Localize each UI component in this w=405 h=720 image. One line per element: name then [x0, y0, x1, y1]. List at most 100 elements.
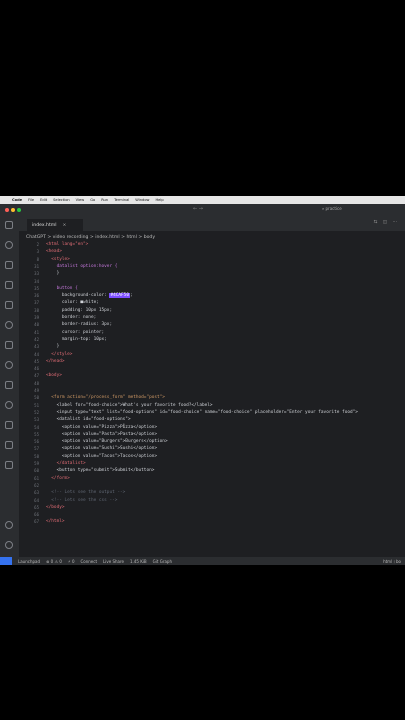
- line-number: 41: [34, 329, 39, 335]
- tab-index-html[interactable]: index.html ×: [27, 219, 83, 231]
- status-problems[interactable]: ⊗ 0 ⚠ 0: [46, 559, 62, 564]
- line-number: 58: [34, 453, 39, 459]
- activity-bar: [0, 215, 19, 557]
- line-number: 54: [34, 424, 39, 430]
- minimize-window-button[interactable]: [11, 207, 15, 212]
- code-line[interactable]: padding: 10px 15px;: [46, 308, 112, 313]
- timeline-icon[interactable]: [5, 361, 13, 369]
- search-icon[interactable]: [5, 241, 13, 249]
- status-language[interactable]: html ⁝ bo: [383, 559, 401, 564]
- code-line[interactable]: margin-top: 10px;: [46, 337, 107, 342]
- code-line[interactable]: background-color: #4CAF50;: [46, 293, 133, 299]
- menu-terminal[interactable]: Terminal: [114, 198, 129, 202]
- line-number: 48: [34, 380, 39, 386]
- menu-run[interactable]: Run: [101, 198, 108, 202]
- editor-actions[interactable]: ⇆ ◫ ⋯: [374, 220, 399, 225]
- status-bar: Launchpad ⊗ 0 ⚠ 0 ⚡ 0 Connect Live Share…: [0, 557, 405, 565]
- remote-explorer-icon[interactable]: [5, 321, 13, 329]
- status-ports[interactable]: ⚡ 0: [68, 559, 75, 564]
- extensions-icon[interactable]: [5, 301, 13, 309]
- status-connect[interactable]: Connect: [80, 559, 97, 564]
- status-launchpad[interactable]: Launchpad: [18, 559, 40, 564]
- code-line[interactable]: <!-- Lets see the output -->: [46, 490, 125, 495]
- line-number: 36: [34, 293, 39, 299]
- code-line[interactable]: <html lang="en">: [46, 242, 88, 247]
- menu-file[interactable]: File: [28, 198, 34, 202]
- tab-label: index.html: [32, 222, 57, 228]
- line-number: 35: [34, 285, 39, 291]
- code-line[interactable]: <button type="submit">Submit</button>: [46, 468, 155, 473]
- menu-edit[interactable]: Edit: [40, 198, 47, 202]
- chat-icon[interactable]: [5, 421, 13, 429]
- code-line[interactable]: color: ■white;: [46, 300, 99, 305]
- code-line[interactable]: </datalist>: [46, 461, 86, 466]
- close-window-button[interactable]: [5, 207, 9, 212]
- explorer-icon[interactable]: [5, 221, 13, 229]
- line-number: 39: [34, 315, 39, 320]
- code-line[interactable]: }: [46, 344, 60, 349]
- code-line[interactable]: <option value="Sushi">Sushi</option>: [46, 446, 157, 451]
- code-line[interactable]: <datalist id="food-options">: [46, 417, 131, 422]
- command-center-search[interactable]: ⌕ practice: [322, 206, 392, 213]
- code-line[interactable]: <option value="Pizza">Pizza</option>: [46, 425, 157, 430]
- line-number: 60: [34, 468, 39, 474]
- line-number: 46: [34, 366, 39, 372]
- live-share-icon[interactable]: [5, 401, 13, 409]
- code-line[interactable]: <label for="food-choice">What's your fav…: [46, 403, 213, 408]
- source-control-icon[interactable]: [5, 261, 13, 269]
- breadcrumb[interactable]: ChatGPT > video recording > index.html >…: [26, 235, 155, 240]
- testing-icon[interactable]: [5, 381, 13, 389]
- docker-icon[interactable]: [5, 461, 13, 469]
- menu-selection[interactable]: Selection: [53, 198, 70, 202]
- line-number: 3: [36, 249, 39, 255]
- menu-help[interactable]: Help: [155, 198, 163, 202]
- code-line[interactable]: </html>: [46, 519, 65, 524]
- menu-app-name[interactable]: Code: [12, 198, 22, 202]
- line-number: 8: [36, 256, 39, 262]
- line-number: 52: [34, 409, 39, 415]
- nav-arrows[interactable]: ← →: [193, 206, 203, 212]
- status-live-share[interactable]: Live Share: [103, 559, 124, 564]
- code-line[interactable]: </style>: [46, 352, 72, 357]
- code-line[interactable]: <option value="Pasta">Pasta</option>: [46, 432, 157, 437]
- code-line[interactable]: <!-- Lets see the css -->: [46, 498, 117, 503]
- remote-indicator-icon[interactable]: [0, 557, 12, 565]
- menu-window[interactable]: Window: [135, 198, 149, 202]
- code-line[interactable]: }: [46, 271, 60, 276]
- code-line[interactable]: cursor: pointer;: [46, 330, 104, 335]
- code-editor[interactable]: 2 3 8 31 33 34 35 36 37 38 39 40 41 42 43 44 45 46 47 48 49 5…: [19, 242, 405, 557]
- line-number: 67: [34, 519, 39, 525]
- code-line[interactable]: border-radius: 3px;: [46, 322, 112, 327]
- code-line[interactable]: </head>: [46, 359, 65, 364]
- git-graph-icon[interactable]: [5, 441, 13, 449]
- menu-view[interactable]: View: [76, 198, 85, 202]
- code-line[interactable]: <head>: [46, 249, 62, 254]
- menu-go[interactable]: Go: [90, 198, 95, 202]
- account-icon[interactable]: [5, 521, 13, 529]
- run-debug-icon[interactable]: [5, 281, 13, 289]
- code-line[interactable]: <option value="Burgers">Burgers</option>: [46, 439, 168, 444]
- line-number: 37: [34, 300, 39, 306]
- editor-tab-bar: index.html × ⇆ ◫ ⋯: [19, 215, 405, 231]
- code-line[interactable]: </body>: [46, 505, 65, 510]
- code-line[interactable]: datalist option:hover {: [46, 264, 118, 269]
- code-line[interactable]: <style>: [46, 257, 70, 262]
- code-line[interactable]: border: none;: [46, 315, 96, 320]
- line-number: 51: [34, 402, 39, 408]
- line-number: 62: [34, 482, 39, 488]
- close-icon[interactable]: ×: [63, 223, 67, 228]
- python-icon[interactable]: [5, 341, 13, 349]
- code-line[interactable]: <option value="Tacos">Tacos</option>: [46, 454, 157, 459]
- code-line[interactable]: button {: [46, 286, 78, 291]
- status-git-graph[interactable]: Git Graph: [153, 559, 172, 564]
- code-line[interactable]: </form>: [46, 476, 70, 481]
- line-number: 49: [34, 388, 39, 393]
- line-number: 45: [34, 358, 39, 364]
- code-line[interactable]: <body>: [46, 373, 62, 378]
- code-line[interactable]: <input type="text" list="food-options" i…: [46, 410, 358, 415]
- line-number: 44: [34, 351, 39, 357]
- line-number: 47: [34, 373, 39, 379]
- maximize-window-button[interactable]: [17, 207, 21, 212]
- gear-icon[interactable]: [5, 541, 13, 549]
- code-line[interactable]: <form action="/process_form" method="pos…: [46, 395, 165, 400]
